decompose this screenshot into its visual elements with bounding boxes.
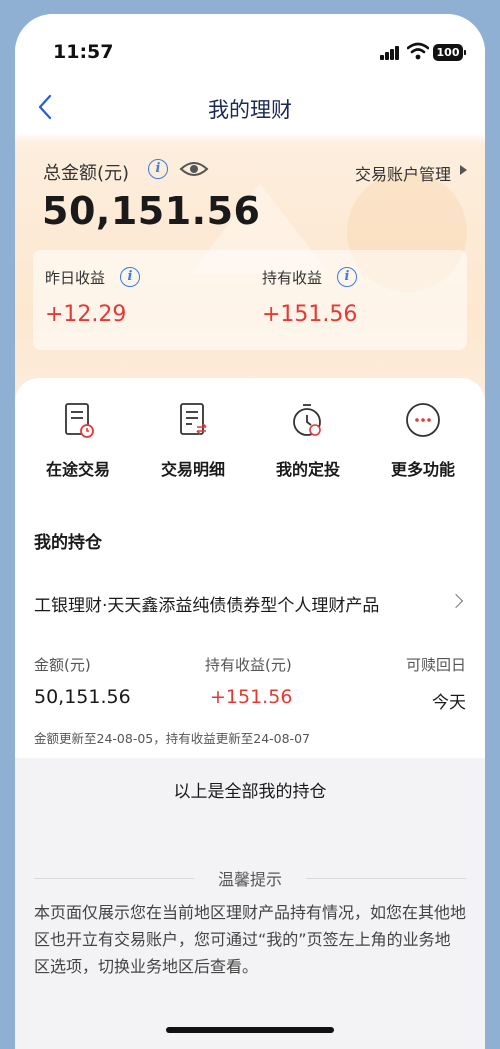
redeem-date-label: 可赎回日 bbox=[405, 656, 466, 674]
holding-earnings-label: 持有收益 bbox=[262, 269, 323, 287]
function-label: 在途交易 bbox=[45, 460, 110, 479]
in-transit-trades-button[interactable]: 在途交易 bbox=[23, 400, 133, 480]
yesterday-earnings-label: 昨日收益 bbox=[45, 269, 106, 287]
document-clock-icon bbox=[65, 403, 94, 438]
content-panel: 在途交易 交易明细 我的定投 更多功能 我的持仓 工银理财·天天鑫添益纯债债券型… bbox=[15, 378, 485, 758]
caret-right-icon bbox=[460, 165, 467, 175]
info-icon[interactable]: i bbox=[148, 159, 168, 179]
yesterday-earnings-value: +12.29 bbox=[45, 302, 127, 327]
end-of-holdings-text: 以上是全部我的持仓 bbox=[173, 782, 327, 802]
more-icon bbox=[406, 403, 440, 437]
holdings-title: 我的持仓 bbox=[34, 533, 102, 553]
function-label: 我的定投 bbox=[275, 460, 340, 479]
timer-icon bbox=[293, 404, 321, 436]
home-indicator[interactable] bbox=[166, 1027, 334, 1033]
more-functions-button[interactable]: 更多功能 bbox=[368, 400, 478, 480]
tips-text: 本页面仅展示您在当前地区理财产品持有情况，如您在其他地区也开立有交易账户，您可通… bbox=[34, 903, 467, 976]
page-title: 我的理财 bbox=[208, 98, 292, 122]
status-time: 11:57 bbox=[53, 41, 114, 63]
earnings-card: 昨日收益 i +12.29 持有收益 i +151.56 bbox=[33, 250, 467, 350]
amount-label: 金额(元) bbox=[34, 656, 91, 674]
document-list-icon bbox=[180, 403, 207, 435]
holding-profit-value: +151.56 bbox=[210, 686, 293, 708]
status-bar: 11:57 100 bbox=[15, 14, 485, 74]
my-auto-invest-button[interactable]: 我的定投 bbox=[253, 400, 363, 480]
account-management-link[interactable]: 交易账户管理 bbox=[355, 161, 451, 185]
holding-earnings-value: +151.56 bbox=[262, 302, 358, 327]
product-name[interactable]: 工银理财·天天鑫添益纯债债券型个人理财产品 bbox=[34, 591, 379, 616]
navigation-bar: 我的理财 bbox=[15, 86, 485, 130]
function-label: 更多功能 bbox=[390, 460, 455, 479]
info-icon[interactable]: i bbox=[337, 267, 357, 287]
wifi-icon bbox=[407, 42, 429, 60]
eye-icon[interactable] bbox=[179, 158, 209, 180]
info-icon[interactable]: i bbox=[120, 267, 140, 287]
amount-value: 50,151.56 bbox=[34, 686, 131, 708]
redeem-date-value: 今天 bbox=[432, 693, 466, 713]
holding-profit-label: 持有收益(元) bbox=[205, 656, 292, 674]
function-label: 交易明细 bbox=[160, 460, 225, 479]
trade-details-button[interactable]: 交易明细 bbox=[138, 400, 248, 480]
update-note: 金额更新至24-08-05，持有收益更新至24-08-07 bbox=[34, 731, 310, 746]
cellular-signal-icon bbox=[380, 46, 400, 60]
chevron-right-icon[interactable] bbox=[448, 593, 464, 609]
battery-icon: 100 bbox=[433, 44, 466, 61]
total-amount-value: 50,151.56 bbox=[42, 189, 261, 233]
tips-title: 温馨提示 bbox=[217, 870, 282, 889]
total-amount-label: 总金额(元) bbox=[43, 163, 130, 184]
phone-screen: 11:57 100 我的理财 总金额(元) i 交易账户管理 50,151.56… bbox=[15, 14, 485, 1049]
